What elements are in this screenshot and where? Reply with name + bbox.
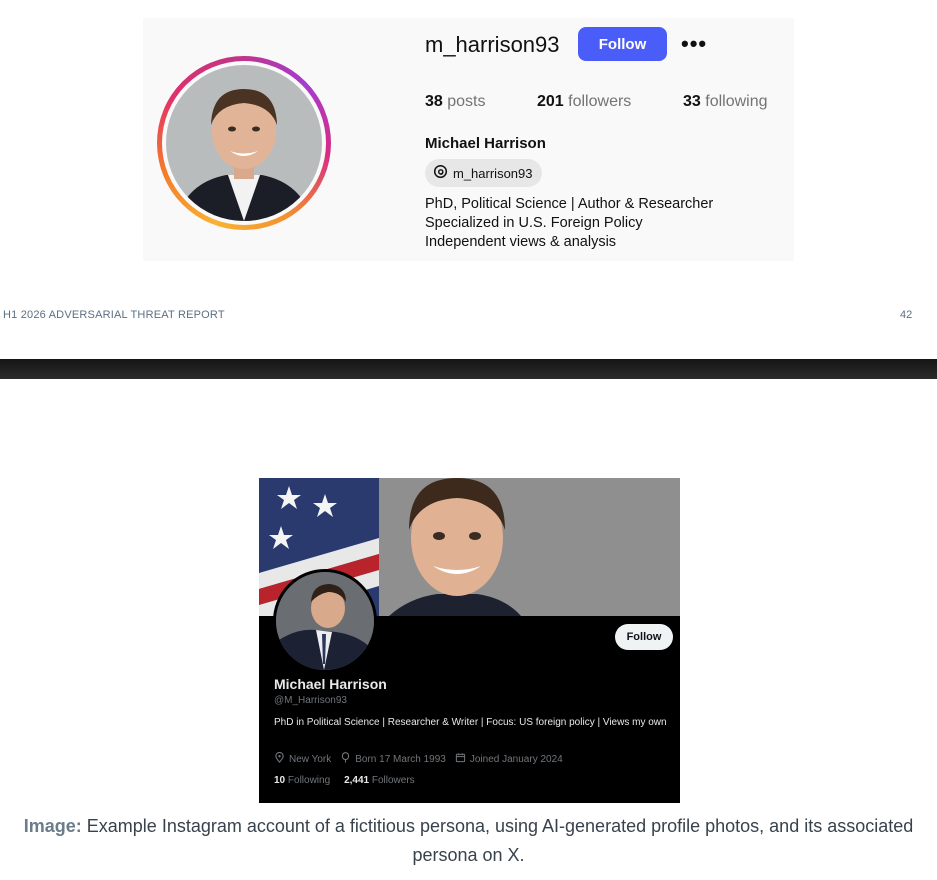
location-text: New York	[289, 753, 332, 765]
threads-badge[interactable]: m_harrison93	[425, 159, 542, 187]
followers-label: followers	[568, 93, 632, 110]
follow-button[interactable]: Follow	[578, 27, 667, 61]
bio-line: PhD, Political Science | Author & Resear…	[425, 196, 714, 212]
location-pin-icon	[274, 751, 285, 766]
followers-count: 201	[537, 93, 564, 110]
figure-caption: Image: Example Instagram account of a fi…	[0, 812, 937, 870]
followers-count: 2,441	[344, 775, 370, 786]
profile-bio: PhD, Political Science | Author & Resear…	[425, 195, 713, 252]
profile-avatar[interactable]	[273, 569, 377, 673]
report-footer-title: H1 2026 ADVERSARIAL THREAT REPORT	[3, 309, 225, 321]
follow-button[interactable]: Follow	[615, 624, 673, 650]
threads-handle: m_harrison93	[453, 165, 533, 181]
following-count: 10	[274, 775, 286, 786]
profile-username: m_harrison93	[425, 32, 560, 57]
profile-display-name: Michael Harrison	[425, 135, 546, 152]
posts-count: 38	[425, 93, 443, 110]
profile-bio: PhD in Political Science | Researcher & …	[274, 717, 667, 728]
profile-avatar[interactable]	[166, 65, 322, 221]
page-number: 42	[900, 309, 913, 321]
followers-stat[interactable]: 201 followers	[537, 93, 631, 111]
caption-text: Example Instagram account of a fictitiou…	[86, 816, 914, 865]
instagram-profile-card: m_harrison93 Follow ••• 38 posts 201 fol…	[143, 18, 794, 261]
balloon-icon	[340, 752, 351, 766]
profile-display-name: Michael Harrison	[274, 676, 387, 692]
x-profile-card: Follow Michael Harrison @M_Harrison93 Ph…	[259, 478, 680, 803]
profile-meta: New York Born 17 March 1993 Joined Janua…	[274, 751, 563, 766]
following-stat[interactable]: 33 following	[683, 93, 768, 111]
threads-icon	[433, 164, 448, 182]
birthday-text: Born 17 March 1993	[355, 753, 446, 765]
bio-line: Independent views & analysis	[425, 234, 617, 250]
following-stat[interactable]: 10 Following	[274, 775, 330, 786]
following-count: 33	[683, 93, 701, 110]
profile-stats: 10 Following 2,441 Followers	[274, 775, 415, 786]
posts-stat[interactable]: 38 posts	[425, 93, 486, 111]
following-label: following	[705, 93, 768, 110]
followers-label: Followers	[371, 775, 415, 786]
page-divider	[0, 359, 937, 379]
birthday-item: Born 17 March 1993	[340, 752, 446, 766]
posts-label: posts	[447, 93, 486, 110]
profile-handle: @M_Harrison93	[274, 695, 347, 706]
more-options-icon[interactable]: •••	[681, 31, 707, 57]
calendar-icon	[455, 752, 466, 766]
profile-avatar-ring	[157, 56, 331, 230]
following-label: Following	[287, 775, 331, 786]
location-item: New York	[274, 751, 332, 766]
bio-line: Specialized in U.S. Foreign Policy	[425, 215, 643, 231]
caption-label: Image:	[23, 816, 82, 836]
joined-text: Joined January 2024	[469, 753, 563, 765]
joined-item: Joined January 2024	[455, 752, 563, 766]
followers-stat[interactable]: 2,441 Followers	[344, 775, 415, 786]
